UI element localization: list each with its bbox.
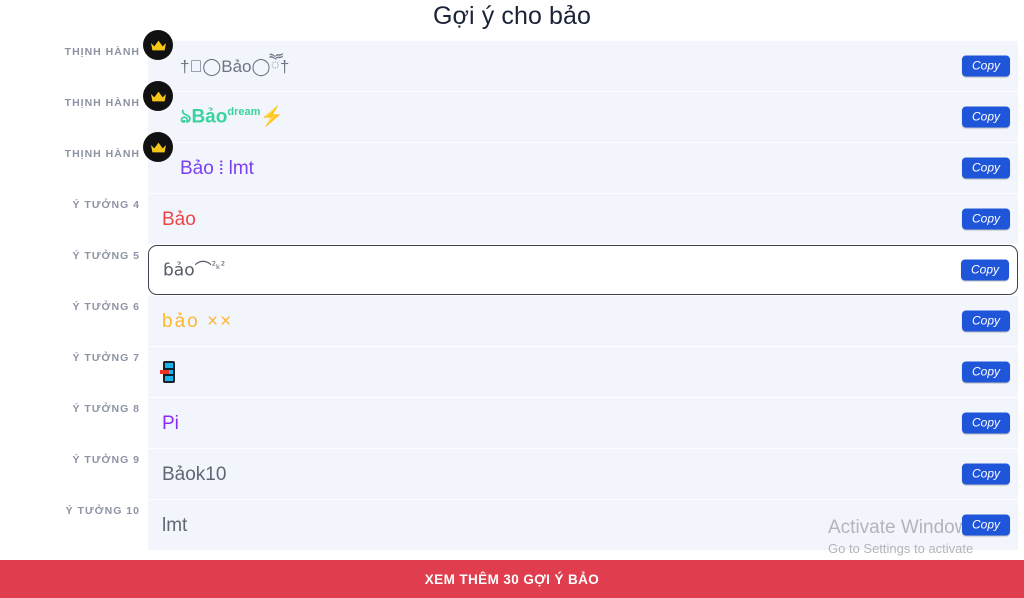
copy-button[interactable]: Copy xyxy=(961,361,1010,383)
row-label: Ý TƯỞNG 5 xyxy=(72,250,140,262)
row-body[interactable]: Bảo Copy xyxy=(148,194,1018,244)
row-label: Ý TƯỞNG 9 xyxy=(72,454,140,466)
row-body[interactable]: bảo ×× Copy xyxy=(148,296,1018,346)
row-label: THỊNH HÀNH xyxy=(64,148,140,160)
suggestion-name-text: †ཽ◯Bảo◯ཽ† xyxy=(180,56,290,76)
suggestion-list: THỊNH HÀNH †ཽ◯Bảo◯ཽ† Copy THỊNH HÀNH ঌBảodre… xyxy=(0,30,1024,551)
row-body[interactable]: Bảok10 Copy xyxy=(148,449,1018,499)
app-root: Gợi ý cho bảo THỊNH HÀNH †ཽ◯Bảo◯ཽ† Copy THỊ… xyxy=(0,0,1024,598)
row-body[interactable]: †ཽ◯Bảo◯ཽ† Copy xyxy=(143,30,1018,91)
suggestion-name-suffix: ⚡ xyxy=(260,106,285,128)
load-more-button[interactable]: XEM THÊM 30 GỢI Ý BẢO xyxy=(0,560,1024,598)
row-label: THỊNH HÀNH xyxy=(64,46,140,58)
copy-button[interactable]: Copy xyxy=(961,106,1010,128)
suggestion-name: lmt xyxy=(148,516,187,535)
suggestion-name: Bảo xyxy=(148,210,196,229)
suggestion-name-superscript: ²ₖ² xyxy=(211,259,226,273)
suggestion-row[interactable]: Ý TƯỞNG 5 ɓảo⌒²ₖ² Copy xyxy=(0,245,1024,295)
suggestion-name-text: bảo ×× xyxy=(162,310,234,332)
crown-icon xyxy=(143,81,173,111)
copy-button[interactable]: Copy xyxy=(961,310,1010,332)
row-body[interactable]: ɓảo⌒²ₖ² Copy xyxy=(148,245,1018,295)
suggestion-name-text: ɓảo⌒ xyxy=(163,260,212,281)
row-label: Ý TƯỞNG 6 xyxy=(72,301,140,313)
suggestion-name: Pi xyxy=(148,414,179,433)
suggestion-row[interactable]: Ý TƯỞNG 4 Bảo Copy xyxy=(0,194,1024,244)
suggestion-name: ɓảo⌒²ₖ² xyxy=(149,260,225,280)
row-label: Ý TƯỞNG 4 xyxy=(72,199,140,211)
suggestion-row[interactable]: Ý TƯỞNG 9 Bảok10 Copy xyxy=(0,449,1024,499)
page-title: Gợi ý cho bảo xyxy=(432,2,592,30)
suggestion-row[interactable]: Ý TƯỞNG 7 Copy xyxy=(0,347,1024,397)
suggestion-name: Bảo ⦙ lmt xyxy=(148,159,254,178)
suggestion-row[interactable]: Ý TƯỞNG 10 lmt Copy xyxy=(0,500,1024,550)
suggestion-name: bảo ×× xyxy=(148,312,233,331)
crown-icon xyxy=(143,30,173,60)
copy-button[interactable]: Copy xyxy=(961,55,1010,77)
row-label: Ý TƯỞNG 7 xyxy=(72,352,140,364)
suggestion-name-superscript: dream xyxy=(227,106,261,119)
mobile-phone-with-arrow-icon xyxy=(160,361,175,383)
suggestion-name-text: lmt xyxy=(162,514,188,536)
copy-button[interactable]: Copy xyxy=(961,157,1010,179)
suggestion-name: †ཽ◯Bảo◯ཽ† xyxy=(148,58,289,75)
suggestion-row[interactable]: THỊNH HÀNH Bảo ⦙ lmt Copy xyxy=(0,132,1024,193)
suggestion-name-text: Bảok10 xyxy=(162,463,227,485)
suggestion-name xyxy=(148,361,175,383)
crown-icon xyxy=(143,132,173,162)
row-body[interactable]: Pi Copy xyxy=(148,398,1018,448)
row-label: Ý TƯỞNG 10 xyxy=(65,505,140,517)
suggestion-name-text: ঌBảo xyxy=(180,106,228,128)
copy-button[interactable]: Copy xyxy=(961,514,1010,536)
copy-button[interactable]: Copy xyxy=(960,259,1009,281)
row-body[interactable]: Bảo ⦙ lmt Copy xyxy=(143,132,1018,193)
copy-button[interactable]: Copy xyxy=(961,208,1010,230)
suggestion-name: ঌBảodream⚡ xyxy=(148,106,285,128)
suggestion-name-text: Bảo ⦙ lmt xyxy=(180,157,254,179)
row-body[interactable]: ঌBảodream⚡ Copy xyxy=(143,81,1018,142)
row-body[interactable]: lmt Copy xyxy=(148,500,1018,550)
copy-button[interactable]: Copy xyxy=(961,412,1010,434)
row-label: THỊNH HÀNH xyxy=(64,97,140,109)
suggestion-name-text: Pi xyxy=(162,412,179,434)
suggestion-row[interactable]: Ý TƯỞNG 8 Pi Copy xyxy=(0,398,1024,448)
row-body[interactable]: Copy xyxy=(148,347,1018,397)
suggestion-row[interactable]: Ý TƯỞNG 6 bảo ×× Copy xyxy=(0,296,1024,346)
row-label: Ý TƯỞNG 8 xyxy=(72,403,140,415)
copy-button[interactable]: Copy xyxy=(961,463,1010,485)
suggestion-name: Bảok10 xyxy=(148,465,226,484)
suggestion-name-text: Bảo xyxy=(162,208,196,230)
